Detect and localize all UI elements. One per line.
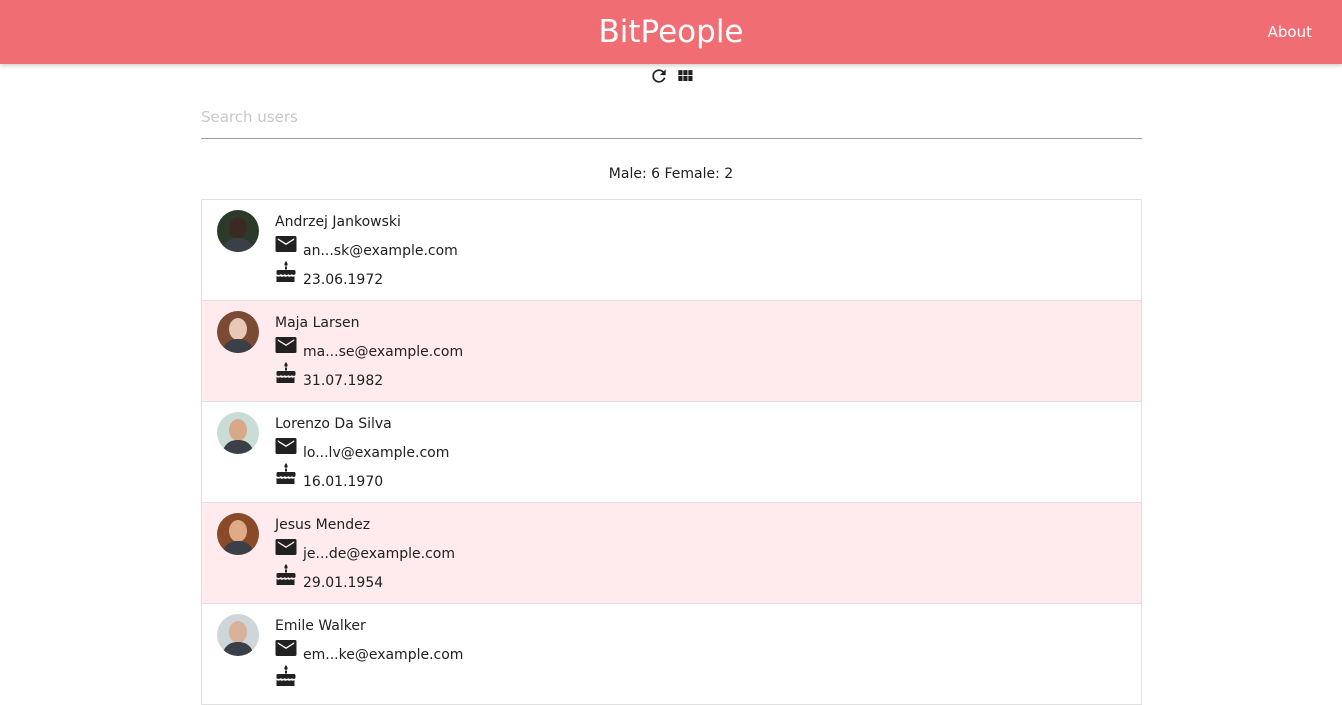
user-birthdate: 29.01.1954: [303, 575, 384, 591]
user-name: Emile Walker: [275, 618, 366, 634]
refresh-icon[interactable]: [649, 66, 669, 86]
mail-icon: [275, 639, 297, 657]
user-email: lo...lv@example.com: [303, 445, 450, 461]
user-name: Maja Larsen: [275, 315, 360, 331]
user-name: Andrzej Jankowski: [275, 214, 401, 230]
user-list-item[interactable]: Andrzej Jankowski an...sk@example.com 23.0…: [202, 200, 1141, 301]
user-list-item[interactable]: Maja Larsen ma...se@example.com 31.07.1982: [202, 301, 1141, 402]
user-email: em...ke@example.com: [303, 647, 464, 663]
navbar: BitPeople About: [0, 0, 1342, 64]
cake-icon: [276, 665, 296, 687]
search-field: [201, 98, 1142, 139]
avatar: [217, 311, 259, 353]
user-email: an...sk@example.com: [303, 243, 458, 259]
mail-icon: [275, 538, 297, 556]
user-name: Jesus Mendez: [275, 517, 371, 533]
grid-view-icon[interactable]: [675, 66, 695, 86]
about-link[interactable]: About: [1268, 22, 1312, 42]
avatar: [217, 614, 259, 656]
mail-icon: [275, 437, 297, 455]
user-birthdate: 31.07.1982: [303, 373, 384, 389]
mail-icon: [275, 235, 297, 253]
user-list: Andrzej Jankowski an...sk@example.com 23.0…: [201, 199, 1142, 705]
avatar: [217, 210, 259, 252]
user-list-item[interactable]: Jesus Mendez je...de@example.com 29.01.195…: [202, 503, 1141, 604]
search-input[interactable]: [201, 98, 1142, 136]
cake-icon: [276, 261, 296, 283]
user-email: je...de@example.com: [303, 546, 455, 562]
user-birthdate: 23.06.1972: [303, 272, 384, 288]
user-list-item[interactable]: Lorenzo Da Silva lo...lv@example.com 16.01…: [202, 402, 1141, 503]
view-toolbar: [649, 66, 695, 86]
cake-icon: [276, 463, 296, 485]
cake-icon: [276, 362, 296, 384]
user-email: ma...se@example.com: [303, 344, 464, 360]
cake-icon: [276, 564, 296, 586]
avatar: [217, 412, 259, 454]
app-title[interactable]: BitPeople: [0, 12, 1342, 52]
user-birthdate: 16.01.1970: [303, 474, 384, 490]
gender-stats: Male: 6 Female: 2: [608, 166, 734, 182]
mail-icon: [275, 336, 297, 354]
avatar: [217, 513, 259, 555]
user-name: Lorenzo Da Silva: [275, 416, 392, 432]
